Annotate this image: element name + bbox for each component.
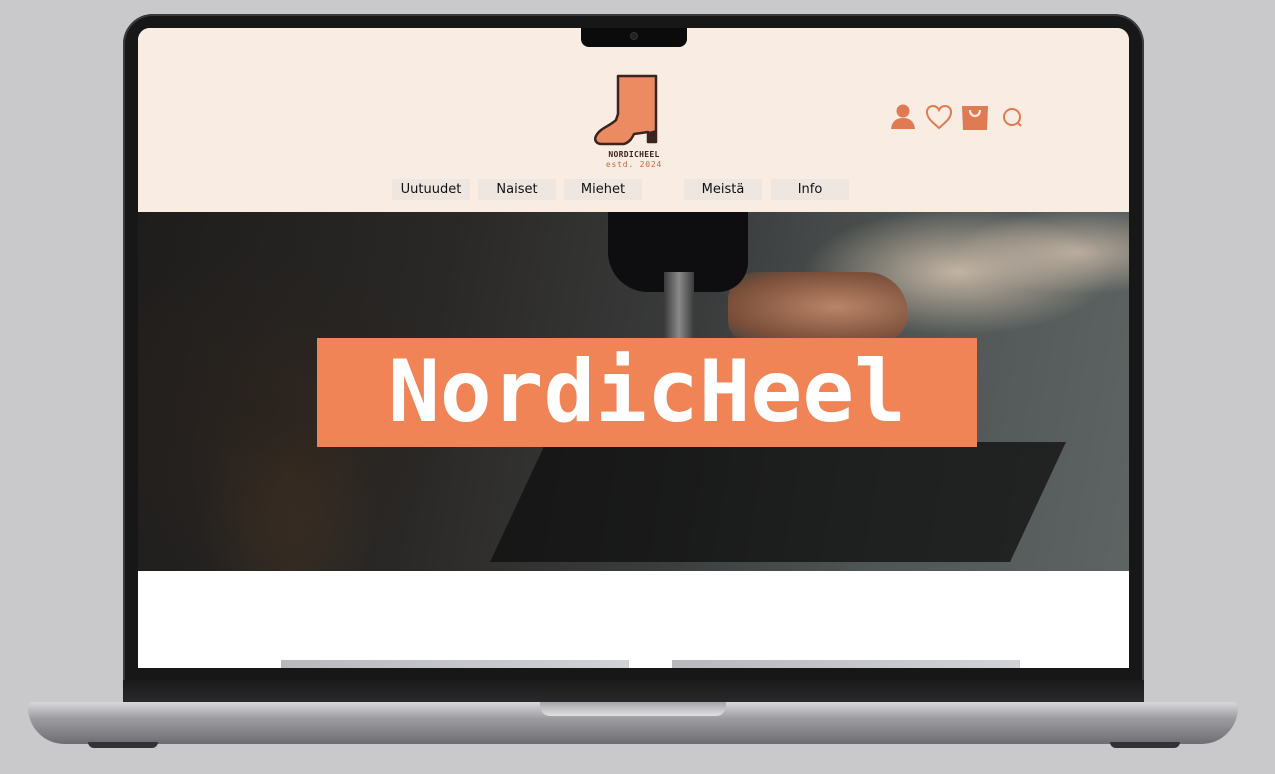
- nav-item-meista[interactable]: Meistä: [684, 179, 762, 200]
- content-section: [138, 571, 1129, 668]
- hero-image-needle: [664, 272, 694, 342]
- product-card[interactable]: [281, 660, 629, 668]
- shopping-bag-icon[interactable]: [960, 102, 990, 132]
- laptop-opening-groove: [540, 702, 726, 716]
- logo-wordmark: NORDICHEEL: [608, 150, 660, 159]
- laptop-bezel: [123, 680, 1144, 704]
- hero-image-leather: [490, 442, 1066, 562]
- user-icon[interactable]: [888, 102, 918, 132]
- logo-established: estd. 2024: [605, 160, 663, 169]
- nav-item-uutuudet[interactable]: Uutuudet: [392, 179, 470, 200]
- nav-item-miehet[interactable]: Miehet: [564, 179, 642, 200]
- hero-banner: NordicHeel: [138, 212, 1129, 571]
- camera-notch: [581, 28, 687, 47]
- laptop-mockup: NORDICHEEL estd. 2024 Uutuudet Naiset Mi…: [0, 0, 1275, 774]
- product-card[interactable]: [672, 660, 1020, 668]
- laptop-foot-left: [88, 742, 158, 748]
- website-screen: NORDICHEEL estd. 2024 Uutuudet Naiset Mi…: [138, 28, 1129, 668]
- search-icon[interactable]: [998, 102, 1028, 132]
- brand-logo[interactable]: NORDICHEEL estd. 2024: [594, 74, 674, 174]
- boot-icon: [594, 74, 658, 146]
- hero-image-hand: [728, 272, 908, 342]
- camera-icon: [631, 33, 637, 39]
- nav-item-info[interactable]: Info: [771, 179, 849, 200]
- laptop-foot-right: [1110, 742, 1180, 748]
- hero-title: NordicHeel: [317, 338, 977, 447]
- site-header: NORDICHEEL estd. 2024 Uutuudet Naiset Mi…: [138, 28, 1129, 212]
- nav-item-naiset[interactable]: Naiset: [478, 179, 556, 200]
- heart-icon[interactable]: [924, 102, 954, 132]
